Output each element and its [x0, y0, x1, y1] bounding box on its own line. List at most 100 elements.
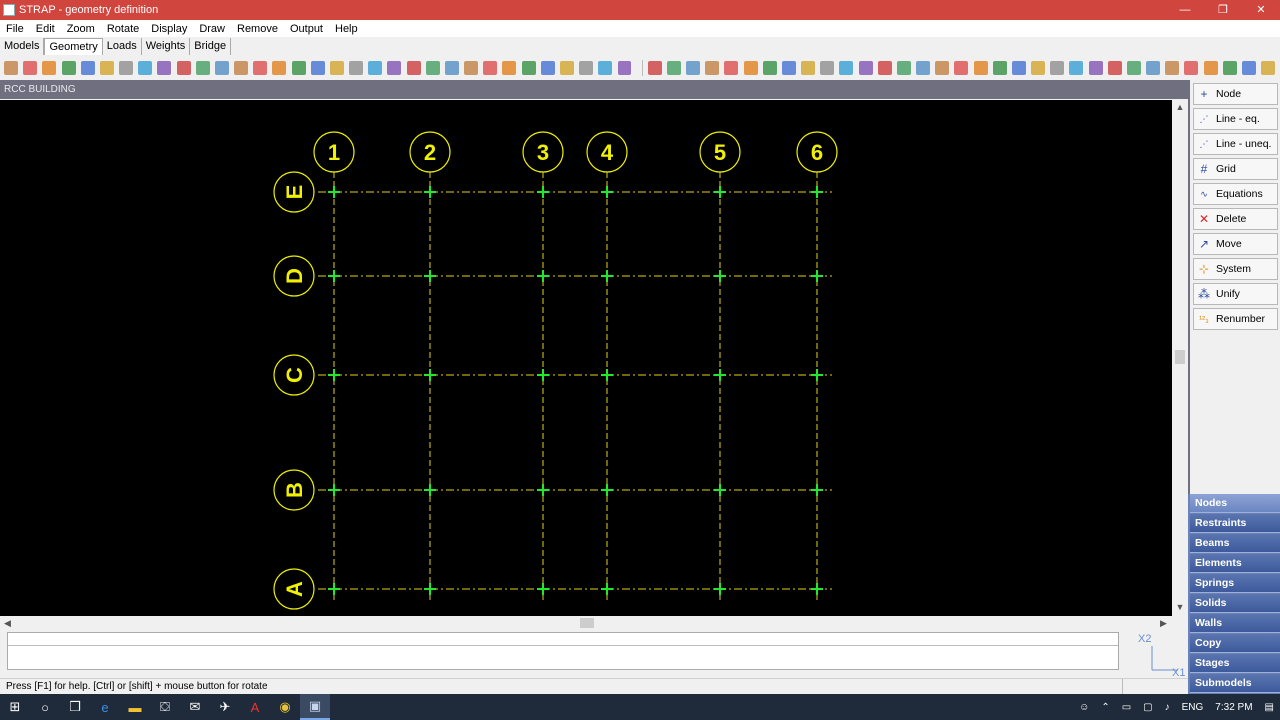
tab-bridge[interactable]: Bridge	[190, 38, 232, 55]
menu-help[interactable]: Help	[329, 23, 364, 35]
category-elements[interactable]: Elements	[1190, 554, 1280, 573]
toolbar-tool-icon[interactable]	[99, 61, 114, 75]
category-nodes[interactable]: Nodes	[1190, 494, 1280, 513]
app-generic-icon[interactable]: ✈	[210, 694, 240, 720]
toolbar-tool-icon[interactable]	[234, 61, 249, 75]
toolbar-tool-icon[interactable]	[858, 61, 873, 75]
category-beams[interactable]: Beams	[1190, 534, 1280, 553]
toolbar-tool-icon[interactable]	[1069, 61, 1084, 75]
toolbar-tool-icon[interactable]	[705, 61, 720, 75]
toolbar-tool-icon[interactable]	[579, 61, 594, 75]
store-icon[interactable]: ⛋	[150, 694, 180, 720]
menu-rotate[interactable]: Rotate	[101, 23, 145, 35]
search-icon[interactable]: ○	[30, 694, 60, 720]
toolbar-tool-icon[interactable]	[195, 61, 210, 75]
drawing-canvas[interactable]: 1 2 3 4 5 6 E D C B A	[0, 100, 1172, 616]
toolbar-tool-icon[interactable]	[1050, 61, 1065, 75]
clock[interactable]: 7:32 PM	[1209, 702, 1258, 713]
vertical-scrollbar[interactable]: ▲ ▼	[1172, 100, 1188, 616]
menu-remove[interactable]: Remove	[231, 23, 284, 35]
toolbar-tool-icon[interactable]	[214, 61, 229, 75]
category-copy[interactable]: Copy	[1190, 634, 1280, 653]
toolbar-tool-icon[interactable]	[1203, 61, 1218, 75]
toolbar-tool-icon[interactable]	[1146, 61, 1161, 75]
toolbar-tool-icon[interactable]	[329, 61, 344, 75]
node-button[interactable]: + Node	[1193, 83, 1278, 105]
toolbar-tool-icon[interactable]	[686, 61, 700, 75]
toolbar-tool-icon[interactable]	[801, 61, 816, 75]
toolbar-tool-icon[interactable]	[1011, 61, 1026, 75]
toolbar-tool-icon[interactable]	[157, 61, 172, 75]
toolbar-tool-icon[interactable]	[1165, 61, 1180, 75]
toolbar-tool-icon[interactable]	[598, 61, 613, 75]
toolbar-tool-icon[interactable]	[647, 61, 662, 75]
maximize-button[interactable]: ❐	[1204, 0, 1242, 20]
toolbar-tool-icon[interactable]	[540, 61, 555, 75]
category-stages[interactable]: Stages	[1190, 654, 1280, 673]
language-indicator[interactable]: ENG	[1176, 702, 1210, 713]
toolbar-tool-icon[interactable]	[1222, 61, 1237, 75]
toolbar-tool-icon[interactable]	[1261, 61, 1276, 75]
toolbar-tool-icon[interactable]	[617, 61, 632, 75]
volume-icon[interactable]: ♪	[1159, 702, 1176, 713]
menu-edit[interactable]: Edit	[30, 23, 61, 35]
toolbar-tool-icon[interactable]	[176, 61, 191, 75]
edge-browser-icon[interactable]: e	[90, 694, 120, 720]
toolbar-tool-icon[interactable]	[724, 61, 739, 75]
toolbar-tool-icon[interactable]	[23, 61, 38, 75]
toolbar-tool-icon[interactable]	[61, 61, 76, 75]
tab-models[interactable]: Models	[0, 38, 45, 55]
chrome-icon[interactable]: ◉	[270, 694, 300, 720]
strap-taskbar-icon[interactable]: ▣	[300, 694, 330, 720]
unify-button[interactable]: ⁂ Unify	[1193, 283, 1278, 305]
move-button[interactable]: ↗ Move	[1193, 233, 1278, 255]
mail-icon[interactable]: ✉	[180, 694, 210, 720]
toolbar-tool-icon[interactable]	[444, 61, 459, 75]
scroll-left-icon[interactable]: ◀	[4, 616, 11, 630]
toolbar-tool-icon[interactable]	[1184, 61, 1199, 75]
close-button[interactable]: ✕	[1242, 0, 1280, 20]
toolbar-tool-icon[interactable]	[762, 61, 777, 75]
toolbar-tool-icon[interactable]	[820, 61, 835, 75]
toolbar-tool-icon[interactable]	[781, 61, 796, 75]
toolbar-tool-icon[interactable]	[310, 61, 325, 75]
battery-icon[interactable]: ▭	[1116, 702, 1137, 713]
people-icon[interactable]: ☺	[1073, 702, 1095, 713]
toolbar-tool-icon[interactable]	[992, 61, 1007, 75]
autocad-icon[interactable]: A	[240, 694, 270, 720]
toolbar-tool-icon[interactable]	[521, 61, 536, 75]
toolbar-tool-icon[interactable]	[896, 61, 911, 75]
tab-loads[interactable]: Loads	[103, 38, 142, 55]
toolbar-tool-icon[interactable]	[464, 61, 479, 75]
toolbar-tool-icon[interactable]	[119, 61, 134, 75]
minimize-button[interactable]: —	[1166, 0, 1204, 20]
toolbar-tool-icon[interactable]	[1031, 61, 1046, 75]
notification-icon[interactable]: ▤	[1259, 702, 1280, 713]
equations-button[interactable]: ∿ Equations	[1193, 183, 1278, 205]
menu-file[interactable]: File	[0, 23, 30, 35]
toolbar-tool-icon[interactable]	[406, 61, 421, 75]
toolbar-tool-icon[interactable]	[954, 61, 969, 75]
scroll-down-icon[interactable]: ▼	[1172, 602, 1188, 612]
toolbar-tool-icon[interactable]	[666, 61, 681, 75]
toolbar-tool-icon[interactable]	[839, 61, 854, 75]
toolbar-tool-icon[interactable]	[743, 61, 758, 75]
toolbar-tool-icon[interactable]	[877, 61, 892, 75]
toolbar-tool-icon[interactable]	[1107, 61, 1122, 75]
category-solids[interactable]: Solids	[1190, 594, 1280, 613]
toolbar-tool-icon[interactable]	[973, 61, 988, 75]
delete-button[interactable]: ✕ Delete	[1193, 208, 1278, 230]
task-view-icon[interactable]: ❒	[60, 694, 90, 720]
toolbar-tool-icon[interactable]	[253, 61, 268, 75]
horizontal-scrollbar[interactable]: ◀ ▶	[0, 616, 1172, 630]
chevron-up-icon[interactable]: ⌃	[1095, 702, 1115, 713]
menu-display[interactable]: Display	[145, 23, 193, 35]
toolbar-tool-icon[interactable]	[425, 61, 440, 75]
toolbar-tool-icon[interactable]	[916, 61, 931, 75]
toolbar-tool-icon[interactable]	[387, 61, 402, 75]
menu-zoom[interactable]: Zoom	[61, 23, 101, 35]
toolbar-tool-icon[interactable]	[368, 61, 383, 75]
toolbar-tool-icon[interactable]	[42, 61, 57, 75]
toolbar-tool-icon[interactable]	[502, 61, 517, 75]
file-explorer-icon[interactable]: ▬	[120, 694, 150, 720]
